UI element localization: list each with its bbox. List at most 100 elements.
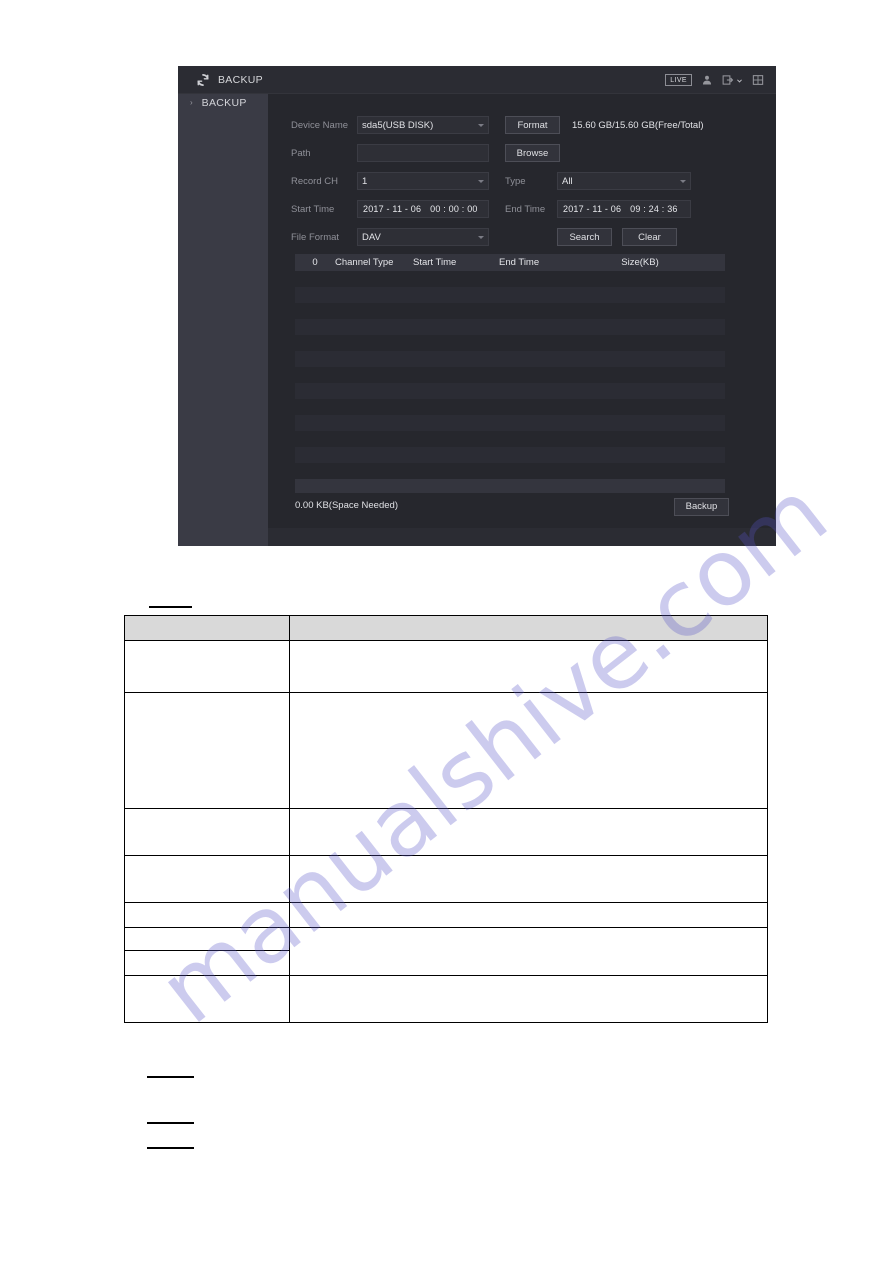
caption-rule-4 [147, 1147, 194, 1149]
end-time-clock: 09 : 24 : 36 [630, 204, 678, 214]
table-row[interactable] [295, 367, 725, 383]
results-col-index: 0 [312, 257, 318, 268]
type-value: All [562, 175, 573, 187]
chevron-right-icon: › [190, 98, 193, 107]
chevron-down-icon [680, 180, 686, 183]
results-col-start-time: Start Time [413, 257, 457, 268]
end-time-input[interactable]: 2017 - 11 - 06 09 : 24 : 36 [557, 200, 691, 218]
backup-form: Device Name sda5(USB DISK) Format 15.60 … [268, 114, 776, 516]
type-label: Type [505, 175, 526, 187]
device-name-row: Device Name sda5(USB DISK) Format 15.60 … [291, 114, 776, 136]
results-col-size: Size(KB) [621, 257, 659, 268]
cell-name [124, 808, 290, 856]
cell-name [124, 975, 290, 1023]
end-time-date: 2017 - 11 - 06 [563, 204, 622, 214]
cell-description [288, 975, 769, 1023]
results-footer-bar [295, 479, 725, 493]
table-header-row [124, 615, 769, 641]
table-row[interactable] [295, 351, 725, 367]
cell-description [288, 808, 769, 856]
time-row: Start Time 2017 - 11 - 06 00 : 00 : 00 E… [291, 198, 776, 220]
chevron-down-icon[interactable] [736, 77, 743, 84]
chevron-down-icon [478, 236, 484, 239]
file-format-value: DAV [362, 231, 381, 243]
table-row[interactable] [295, 463, 725, 479]
logout-icon[interactable] [722, 74, 734, 86]
table-row [124, 927, 769, 976]
file-format-select[interactable]: DAV [357, 228, 489, 246]
backup-dialog: BACKUP LIVE Device Name sda5(USB DISK) F… [178, 66, 776, 546]
shutdown-icon[interactable] [752, 74, 764, 86]
record-ch-select[interactable]: 1 [357, 172, 489, 190]
cell-description [288, 902, 769, 928]
start-time-clock: 00 : 00 : 00 [430, 204, 478, 214]
backup-button-holder: Backup [674, 496, 729, 516]
table-row[interactable] [295, 415, 725, 431]
results-col-channel-type: Channel Type [335, 257, 394, 268]
clear-button[interactable]: Clear [622, 228, 677, 246]
file-format-label: File Format [291, 231, 340, 243]
table-row [124, 975, 769, 1023]
dialog-sidebar [178, 94, 268, 546]
table-row[interactable] [295, 271, 725, 287]
cell-description [288, 692, 769, 809]
dialog-title: BACKUP [218, 73, 263, 86]
start-time-date: 2017 - 11 - 06 [363, 204, 422, 214]
cell-name [124, 640, 290, 693]
space-needed-row: 0.00 KB(Space Needed) Backup [295, 496, 729, 516]
cell-name [124, 692, 290, 809]
results-body[interactable] [295, 271, 725, 493]
device-name-select[interactable]: sda5(USB DISK) [357, 116, 489, 134]
cell-name [124, 902, 290, 928]
space-needed-label: 0.00 KB(Space Needed) [295, 500, 398, 512]
backup-button[interactable]: Backup [674, 497, 729, 516]
caption-rule-2 [147, 1076, 194, 1078]
caption-rule-3 [147, 1122, 194, 1124]
sidebar-panel [178, 112, 268, 546]
user-icon[interactable] [701, 74, 713, 86]
search-button[interactable]: Search [557, 228, 612, 246]
cell-description [288, 927, 769, 976]
browse-button[interactable]: Browse [505, 144, 560, 162]
path-input[interactable] [357, 144, 489, 162]
logout-menu[interactable] [722, 74, 743, 86]
dialog-main: Device Name sda5(USB DISK) Format 15.60 … [268, 94, 776, 546]
table-row[interactable] [295, 383, 725, 399]
table-row [124, 692, 769, 809]
live-badge[interactable]: LIVE [665, 74, 692, 86]
header-cell-name [124, 615, 290, 641]
table-row [124, 902, 769, 928]
file-format-row: File Format DAV Search Clear [291, 226, 776, 248]
table-row [124, 855, 769, 903]
table-row[interactable] [295, 303, 725, 319]
type-select[interactable]: All [557, 172, 691, 190]
specification-table [124, 615, 769, 1023]
caption-rule-1 [149, 606, 192, 608]
path-row: Path Browse [291, 142, 776, 164]
table-row [124, 808, 769, 856]
chevron-down-icon [478, 180, 484, 183]
end-time-label: End Time [505, 203, 546, 215]
dialog-body: Device Name sda5(USB DISK) Format 15.60 … [178, 94, 776, 546]
chevron-down-icon [478, 124, 484, 127]
search-clear-buttons: Search Clear [557, 228, 677, 246]
path-label: Path [291, 147, 311, 159]
table-row[interactable] [295, 319, 725, 335]
table-row[interactable] [295, 399, 725, 415]
table-row [124, 640, 769, 693]
format-button[interactable]: Format [505, 116, 560, 134]
results-table: 0 Channel Type Start Time End Time Size(… [295, 254, 725, 493]
sidebar-item-label: BACKUP [201, 97, 247, 109]
cell-description [288, 640, 769, 693]
header-cell-description [288, 615, 769, 641]
start-time-input[interactable]: 2017 - 11 - 06 00 : 00 : 00 [357, 200, 489, 218]
record-ch-value: 1 [362, 175, 368, 187]
results-col-end-time: End Time [499, 257, 540, 268]
table-row[interactable] [295, 287, 725, 303]
sidebar-menu-backup[interactable]: › BACKUP [178, 94, 776, 112]
table-row[interactable] [295, 447, 725, 463]
table-row[interactable] [295, 335, 725, 351]
table-row[interactable] [295, 431, 725, 447]
device-name-label: Device Name [291, 119, 349, 131]
record-ch-label: Record CH [291, 175, 338, 187]
